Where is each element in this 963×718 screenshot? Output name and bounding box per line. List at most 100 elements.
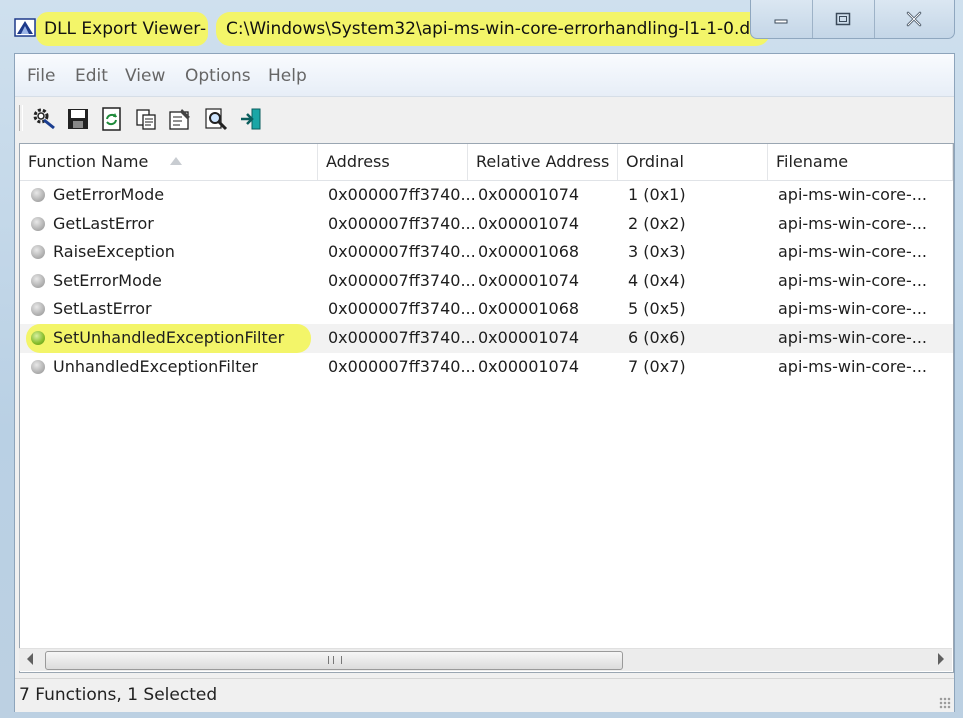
function-name-cell: SetErrorMode (53, 270, 162, 290)
address-cell: 0x000007ff3740... (328, 299, 476, 319)
scrollbar-thumb[interactable] (45, 651, 623, 670)
address-cell: 0x000007ff3740... (328, 185, 476, 204)
address-cell: 0x000007ff3740... (328, 242, 476, 262)
table-row[interactable]: UnhandledExceptionFilter 0x000007ff3740.… (20, 353, 953, 382)
horizontal-scrollbar[interactable] (19, 648, 952, 671)
properties-icon (169, 109, 190, 130)
address-cell: 0x000007ff3740... (328, 327, 476, 347)
export-status-icon (31, 216, 45, 231)
export-status-icon (31, 273, 45, 288)
function-name-cell: UnhandledExceptionFilter (53, 356, 258, 376)
function-name-cell: GetLastError (53, 213, 154, 233)
relative-address-cell: 0x00001068 (478, 242, 580, 262)
column-header-relative-address[interactable]: Relative Address (468, 144, 618, 180)
table-row[interactable]: SetLastError 0x000007ff3740... 0x0000106… (20, 295, 953, 324)
exports-list[interactable]: Function Name Address Relative Address O… (19, 143, 954, 673)
relative-address-cell: 0x00001074 (478, 270, 580, 290)
address-cell: 0x000007ff3740... (328, 270, 476, 290)
column-header-function-name[interactable]: Function Name (20, 144, 318, 180)
status-bar: 7 Functions, 1 Selected (15, 678, 954, 712)
ordinal-cell: 3 (0x3) (628, 242, 686, 262)
column-header-address[interactable]: Address (318, 144, 468, 180)
find-icon (205, 108, 228, 131)
menu-file[interactable]: File (27, 66, 55, 86)
menu-help[interactable]: Help (268, 66, 307, 86)
function-name-cell: GetErrorMode (53, 185, 165, 204)
table-row[interactable]: GetLastError 0x000007ff3740... 0x0000107… (20, 210, 953, 239)
refresh-icon (102, 107, 121, 131)
properties-button[interactable] (166, 105, 194, 133)
column-header-label: Address (326, 152, 390, 171)
scroll-left-icon[interactable] (27, 653, 33, 665)
close-icon (907, 11, 922, 27)
menu-edit[interactable]: Edit (75, 66, 108, 86)
table-row[interactable]: SetErrorMode 0x000007ff3740... 0x0000107… (20, 267, 953, 296)
menu-options[interactable]: Options (185, 66, 251, 86)
table-row[interactable]: RaiseException 0x000007ff3740... 0x00001… (20, 238, 953, 267)
filename-cell: api-ms-win-core-... (778, 213, 928, 233)
menu-view[interactable]: View (125, 66, 165, 86)
filename-cell: api-ms-win-core-... (778, 185, 928, 204)
address-cell: 0x000007ff3740... (328, 356, 476, 376)
scrollbar-grip-icon (328, 656, 342, 664)
relative-address-cell: 0x00001068 (478, 299, 580, 319)
list-rows: GetErrorMode 0x000007ff3740... 0x0000107… (20, 181, 953, 381)
maximize-button[interactable] (813, 0, 875, 38)
sort-ascending-icon (170, 157, 182, 165)
column-header-ordinal[interactable]: Ordinal (618, 144, 768, 180)
refresh-button[interactable] (98, 105, 126, 133)
options-button[interactable] (30, 105, 58, 133)
relative-address-cell: 0x00001074 (478, 213, 580, 233)
ordinal-cell: 5 (0x5) (628, 299, 686, 319)
resize-grip-icon[interactable] (939, 697, 951, 709)
find-button[interactable] (202, 105, 230, 133)
save-icon (68, 109, 88, 129)
window-title-app: DLL Export Viewer (36, 12, 209, 46)
filename-cell: api-ms-win-core-... (778, 242, 928, 262)
scroll-right-icon[interactable] (938, 653, 944, 665)
relative-address-cell: 0x00001074 (478, 356, 580, 376)
filename-cell: api-ms-win-core-... (778, 327, 928, 347)
minimize-button[interactable] (751, 0, 813, 38)
column-header-filename[interactable]: Filename (768, 144, 953, 180)
column-header-label: Filename (776, 152, 849, 171)
export-status-icon (31, 245, 45, 260)
function-name-cell: RaiseException (53, 242, 175, 262)
maximize-icon (836, 12, 851, 26)
relative-address-cell: 0x00001074 (478, 185, 580, 204)
window-title-separator: - (200, 19, 207, 39)
filename-cell: api-ms-win-core-... (778, 356, 928, 376)
filename-cell: api-ms-win-core-... (778, 299, 928, 319)
function-name-cell: SetUnhandledExceptionFilter (53, 327, 285, 347)
function-name-cell: SetLastError (53, 299, 152, 319)
copy-button[interactable] (132, 105, 160, 133)
close-button[interactable] (875, 0, 954, 38)
window-controls (750, 0, 955, 39)
exit-button[interactable] (237, 105, 265, 133)
table-row[interactable]: GetErrorMode 0x000007ff3740... 0x0000107… (20, 181, 953, 210)
menu-bar: File Edit View Options Help (15, 54, 954, 97)
title-bar[interactable]: DLL Export Viewer - C:\Windows\System32\… (0, 0, 963, 52)
copy-icon (136, 109, 156, 130)
relative-address-cell: 0x00001074 (478, 327, 580, 347)
table-row-selected[interactable]: SetUnhandledExceptionFilter 0x000007ff37… (20, 323, 953, 353)
address-cell: 0x000007ff3740... (328, 213, 476, 233)
minimize-icon (774, 19, 788, 24)
ordinal-cell: 7 (0x7) (628, 356, 686, 376)
column-header-label: Function Name (28, 152, 149, 171)
ordinal-cell: 2 (0x2) (628, 213, 686, 233)
column-header-label: Ordinal (626, 152, 684, 171)
exit-icon (241, 108, 261, 130)
toolbar (15, 97, 954, 141)
options-icon (33, 108, 55, 130)
export-status-icon (31, 359, 45, 374)
export-status-icon (31, 330, 45, 345)
save-button[interactable] (64, 105, 92, 133)
toolbar-grip (19, 105, 23, 131)
export-status-icon (31, 302, 45, 317)
ordinal-cell: 4 (0x4) (628, 270, 686, 290)
list-header: Function Name Address Relative Address O… (20, 144, 953, 181)
export-status-icon (31, 188, 45, 202)
window-title-path: C:\Windows\System32\api-ms-win-core-erro… (216, 12, 770, 46)
app-icon (14, 18, 36, 37)
